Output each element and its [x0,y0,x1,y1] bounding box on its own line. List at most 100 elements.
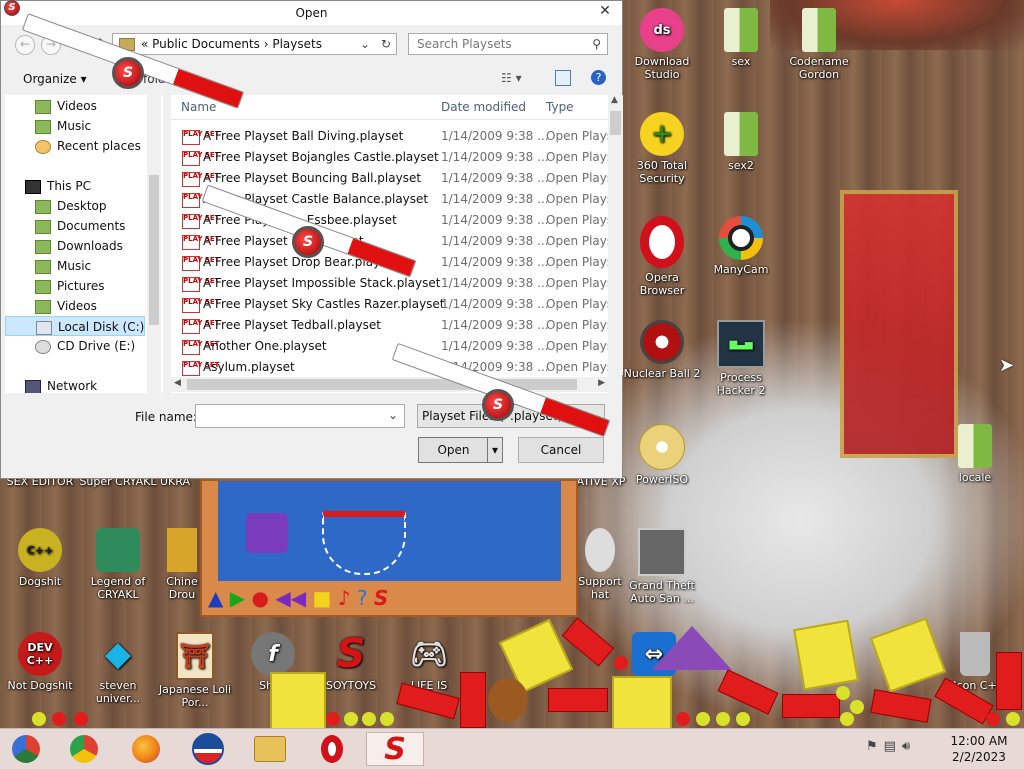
scroll-left-icon[interactable]: ◀ [174,378,181,388]
desktop-icon-manycam[interactable]: ManyCam [701,216,781,276]
column-type[interactable]: Type [546,100,574,114]
playset-game-window[interactable]: ▲ ▶ ● ◀◀ ■ ♪ ? S [200,479,578,617]
file-date: 1/14/2009 9:38 ... [441,192,549,206]
taskbar-firefox[interactable] [122,732,170,766]
scroll-thumb[interactable] [610,111,621,135]
desktop-icon-poweriso[interactable]: PowerISO [622,424,702,486]
file-row[interactable]: PLAY SET A Free Playset Tedball.playset 1/… [171,315,608,336]
file-horizontal-scrollbar[interactable]: ◀ ▶ [171,377,608,392]
taskbar-file-explorer[interactable] [246,732,294,766]
close-button[interactable]: ✕ [592,1,618,21]
nav-item-documents[interactable]: Documents [35,216,125,236]
desktop-icon-opera[interactable]: Opera Browser [622,216,702,297]
nav-item-videos-2[interactable]: Videos [35,296,97,316]
nav-item-desktop[interactable]: Desktop [35,196,107,216]
file-name: A Free Playset Tedball.playset [203,318,381,332]
file-row[interactable]: PLAY SET Asylum.playset 1/14/2009 9:38 ...… [171,357,608,378]
volume-icon[interactable]: 🔊︎ [902,739,916,754]
preview-pane-icon[interactable] [555,70,571,86]
taskbar-soytoys[interactable]: S [366,732,424,767]
music-icon[interactable]: ♪ [338,586,351,610]
start-button[interactable] [2,732,50,766]
red-block [717,669,779,715]
flag-icon[interactable]: ⚑ [866,739,884,754]
search-placeholder: Search Playsets [417,37,512,51]
view-options-icon[interactable]: ☷ ▾ [501,71,522,85]
record-icon[interactable]: ● [252,586,269,610]
taskbar-chrome[interactable] [60,732,108,766]
file-vertical-scrollbar[interactable]: ▲ [608,95,623,375]
file-name-input[interactable]: ⌄ [195,404,405,428]
nav-item-network[interactable]: Network [25,376,97,393]
scroll-right-icon[interactable]: ▶ [598,378,605,388]
system-tray[interactable]: ⚑▤🔊︎ [866,739,916,754]
desktop-icon-steven[interactable]: ◆ steven univer... [78,632,158,706]
file-row[interactable]: PLAY SET A Free Playset D... .playset 1/14… [171,231,608,252]
help-icon[interactable]: ? [591,70,606,85]
desktop-icon-chine[interactable]: Chine Drou [163,528,201,601]
desktop-icon-dogshit[interactable]: C++ Dogshit [0,528,80,588]
back-button[interactable]: ← [15,35,35,55]
nav-item-music-2[interactable]: Music [35,256,91,276]
cancel-button[interactable]: Cancel [518,437,604,463]
desktop-icon-download-studio[interactable]: ds Download Studio [622,8,702,81]
chevron-down-icon[interactable]: ⌄ [388,408,398,422]
refresh-button[interactable]: ↻ [381,34,391,54]
soytoys-logo-icon[interactable]: S [374,586,388,610]
taskbar-opera[interactable] [308,732,356,766]
desktop-icon-process-hacker[interactable]: ▆▃▅ Process Hacker 2 [701,320,781,397]
file-row[interactable]: PLAY SET A Free Playset Ball Diving.plays… [171,126,608,147]
desktop-icon-nuclear-ball[interactable]: Nuclear Ball 2 [622,320,702,380]
scroll-up-icon[interactable]: ▲ [611,95,618,105]
nav-item-downloads[interactable]: Downloads [35,236,123,256]
nav-item-local-disk[interactable]: Local Disk (C:) [5,316,145,336]
game-toolbar[interactable]: ▲ ▶ ● ◀◀ ■ ♪ ? S [208,585,388,611]
tool-drop-icon[interactable]: ▲ [208,586,223,610]
nav-item-recent-places[interactable]: Recent places [35,136,141,156]
rewind-icon[interactable]: ◀◀ [275,586,306,610]
file-row[interactable]: PLAY SET A Free Playset Bouncing Ball.pla… [171,168,608,189]
scroll-thumb[interactable] [149,175,159,325]
column-date-modified[interactable]: Date modified [441,100,526,114]
file-row[interactable]: PLAY SET A Free Playset Bojangles Castle.… [171,147,608,168]
organize-menu[interactable]: Organize ▾ [23,72,87,86]
open-button[interactable]: Open ▾ [418,437,503,463]
clock[interactable]: 12:00 AM 2/2/2023 [944,733,1014,765]
desktop-icon-japanese[interactable]: ⛩ Japanese Loli Por... [155,632,235,709]
desktop-icon-360-security[interactable]: + 360 Total Security [622,112,702,185]
desktop-icon-codename-gordon[interactable]: Codename Gordon [779,8,859,81]
desktop-icon-support[interactable]: Support hat [576,528,624,601]
dialog-title-bar[interactable]: Open ✕ [1,1,622,25]
file-row[interactable]: PLAY SET Another One.playset 1/14/2009 9:3… [171,336,608,357]
navigation-pane[interactable]: Videos Music Recent places This PC Deskt… [5,95,163,393]
chevron-down-icon[interactable]: ⌄ [360,34,370,54]
nav-item-music[interactable]: Music [35,116,91,136]
taskbar-obama[interactable] [184,732,232,766]
network-icon[interactable]: ▤ [884,739,902,754]
play-icon[interactable]: ▶ [230,586,245,610]
open-dropdown-icon[interactable]: ▾ [487,438,502,462]
desktop-icon-locale[interactable]: locale [935,424,1015,484]
nav-item-this-pc[interactable]: This PC [25,176,91,196]
file-date: 1/14/2009 9:38 ... [441,339,549,353]
file-list[interactable]: Name ^ Date modified Type PLAY SET A Free… [171,95,608,393]
file-row[interactable]: PLAY SET A Free Playset Sky Castles Razer… [171,294,608,315]
help-icon[interactable]: ? [357,586,368,610]
desktop-icon-sex2[interactable]: sex2 [701,112,781,172]
game-canvas[interactable] [218,481,561,581]
icon-label: Process Hacker 2 [716,371,766,397]
playset-file-icon: PLAY SET [182,193,219,208]
address-bar[interactable]: « Public Documents › Playsets ⌄ ↻ [112,33,397,55]
desktop-icon-not-dogshit[interactable]: DEV C++ Not Dogshit [0,632,80,692]
file-row[interactable]: PLAY SET A Free Playset Impossible Stack.… [171,273,608,294]
nav-item-cd-drive[interactable]: CD Drive (E:) [35,336,135,356]
nav-scrollbar[interactable] [147,95,161,393]
nav-item-videos[interactable]: Videos [35,96,97,116]
search-input[interactable]: Search Playsets ⚲ [408,33,608,55]
nav-item-pictures[interactable]: Pictures [35,276,105,296]
column-name[interactable]: Name [181,100,216,114]
stop-icon[interactable]: ■ [312,586,331,610]
desktop-icon-gta[interactable]: Grand Theft Auto San ... [622,528,702,605]
desktop-icon-legend-cryakl[interactable]: Legend of CRYAKL [78,528,158,601]
desktop-icon-sex[interactable]: sex [701,8,781,68]
